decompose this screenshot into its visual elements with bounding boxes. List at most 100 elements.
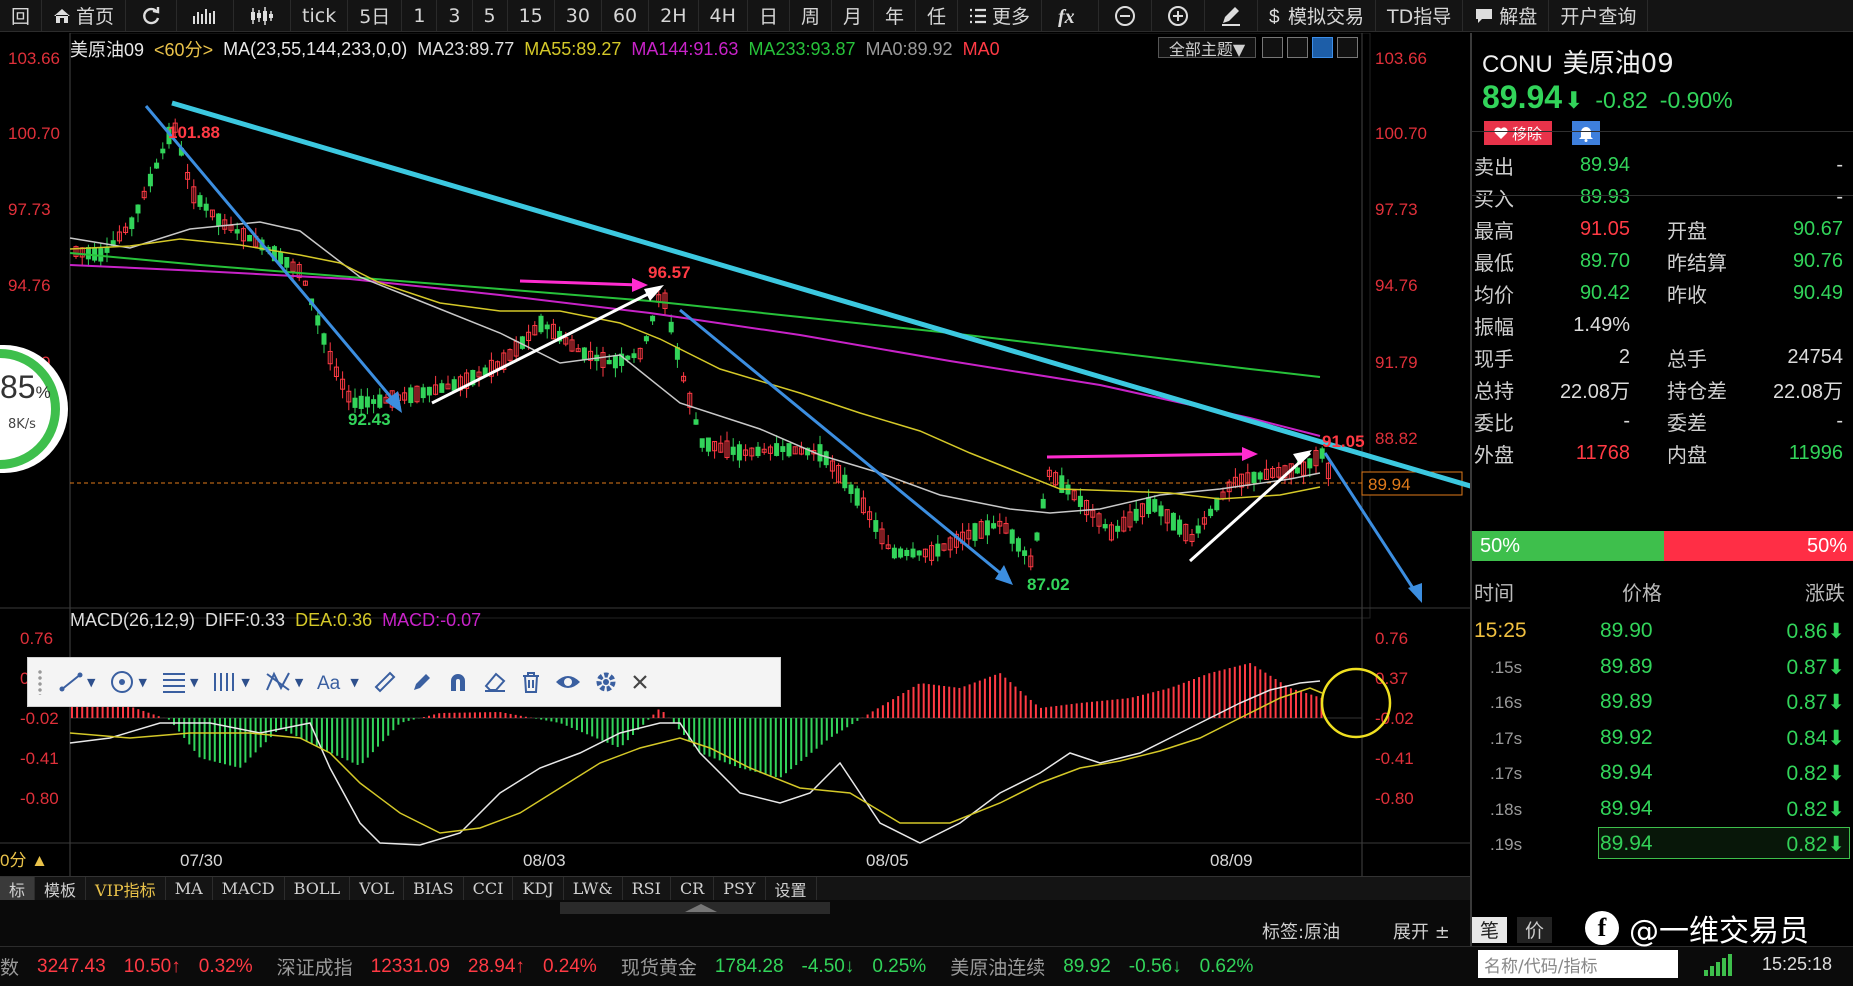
zoom-in-button[interactable] [1152,0,1206,31]
alert-button[interactable] [1572,121,1601,145]
indicator-tab[interactable]: 设置 [766,876,817,901]
ticker4-label[interactable]: 美原油连续 [950,953,1045,980]
period-5day[interactable]: 5日 [348,0,403,31]
brush-tool[interactable] [411,671,433,693]
indicator-tab[interactable]: 模板 [35,876,87,901]
indicator-tab[interactable]: VIP指标 [86,876,166,901]
ticker3-percent: 0.25% [872,955,927,977]
indicator-tab[interactable]: KDJ [513,876,564,901]
candle [92,247,98,261]
indicator-tab[interactable]: LW& [564,876,623,901]
visibility-tool[interactable] [555,672,581,692]
candle [891,547,897,559]
ticker2-label[interactable]: 深证成指 [277,953,353,980]
quote-value-2: 22.08万 [1772,381,1843,403]
indicator-tab[interactable]: BIAS [404,876,464,901]
text-icon: Aa [317,673,341,693]
indicator-tab[interactable]: PSY [714,876,766,901]
tick-change: 0.87⬇ [1786,691,1845,714]
tick-row: .17s 89.94 0.82⬇ [1472,755,1853,791]
layout-grid-icon[interactable] [1262,37,1283,58]
period-2h[interactable]: 2H [649,0,699,31]
period-tick[interactable]: tick [291,0,349,31]
shape-tool[interactable]: ▼ [109,669,147,695]
period-5[interactable]: 5 [473,0,508,31]
period-month[interactable]: 月 [832,0,874,31]
delete-tool[interactable] [521,671,541,693]
chart-scrollbar[interactable] [560,902,830,914]
more-menu-button[interactable]: 更多 [958,0,1043,31]
period-week[interactable]: 周 [790,0,832,31]
layout-single-icon[interactable] [1312,37,1333,58]
period-year[interactable]: 年 [874,0,916,31]
td-guide-button[interactable]: TD指导 [1376,0,1464,31]
quote-key: 现手 [1474,347,1514,371]
refresh-button[interactable] [126,0,178,31]
period-3[interactable]: 3 [437,0,473,31]
expand-button[interactable]: 展开 ± [1393,918,1450,944]
simulated-trading-button[interactable]: $ 模拟交易 [1258,0,1377,31]
draw-tool-button[interactable] [1205,0,1259,31]
indicator-tab[interactable]: BOLL [285,876,351,901]
pattern-tool[interactable]: ▼ [264,670,303,694]
close-drawing-toolbar[interactable] [631,673,649,691]
search-input[interactable]: 名称/代码/指标 [1478,950,1678,978]
indicator-tab[interactable]: CR [671,876,715,901]
line-tool[interactable]: ▼ [58,671,95,693]
price-axis-right: 103.66 100.70 97.73 94.76 91.79 88.82 [1375,49,1427,448]
ticker1-value: 3247.43 [37,955,106,977]
up-arrow-2 [1188,451,1312,563]
indicator-tab[interactable]: MACD [213,876,285,901]
period-indicator[interactable]: 0分 ▲ [0,851,48,870]
quote-value: 89.70 [1579,250,1630,272]
candle [643,336,649,342]
layout-split-icon[interactable] [1287,37,1308,58]
fx-icon: fx [1058,6,1075,27]
text-tool[interactable]: Aa ▼ [317,671,358,693]
toolbar-cut-item[interactable]: 回 [0,0,43,31]
quote-key: 外盘 [1474,443,1514,467]
eraser-tool[interactable] [483,671,507,693]
candle [1077,495,1083,507]
account-query-button[interactable]: 开户查询 [1549,0,1649,31]
kline-chart-button[interactable] [234,0,292,31]
indicator-tab[interactable]: RSI [623,876,671,901]
fibonacci-tool[interactable]: ▼ [161,671,198,693]
macd-label[interactable]: MACD(26,12,9) [70,610,195,631]
drag-handle-icon[interactable] [36,669,44,695]
ticker3-label[interactable]: 现货黄金 [621,953,697,980]
indicator-tab[interactable]: 标 [0,876,36,901]
period-custom[interactable]: 任 [916,0,959,31]
timeshare-chart-button[interactable] [177,0,235,31]
period-60[interactable]: 60 [602,0,650,31]
home-button[interactable]: 首页 [42,0,127,31]
ticker1-label[interactable]: 数 [0,953,19,980]
analysis-button[interactable]: 解盘 [1463,0,1550,31]
remove-watchlist-button[interactable]: 移除 [1484,121,1553,145]
price-chart[interactable]: 103.66100.7097.7394.7691.7988.82 103.661… [0,33,1470,876]
settings-tool[interactable] [595,671,617,693]
layout-dual-icon[interactable] [1337,37,1358,58]
ruler-tool[interactable] [373,670,397,694]
period-30[interactable]: 30 [555,0,602,31]
candle [420,387,426,399]
eraser-icon [484,672,506,692]
period-4h[interactable]: 4H [699,0,748,31]
tab-price-detail[interactable]: 价 [1517,916,1553,943]
zoom-out-button[interactable] [1099,0,1153,31]
indicator-tab[interactable]: MA [166,876,213,901]
candle [147,173,153,187]
period-day[interactable]: 日 [748,0,790,31]
cycle-tool[interactable]: ▼ [212,671,250,693]
period-label[interactable]: <60分> [154,36,213,62]
formula-button[interactable]: fx [1042,0,1100,31]
tab-tick-detail[interactable]: 笔 [1472,916,1508,943]
theme-select[interactable]: 全部主题▼ [1158,37,1256,59]
indicator-tab[interactable]: CCI [464,876,514,901]
indicator-tab[interactable]: VOL [350,876,405,901]
period-1[interactable]: 1 [402,0,438,31]
magnet-tool[interactable] [447,671,469,693]
ma-definition[interactable]: MA(23,55,144,233,0,0) [223,39,407,60]
period-15[interactable]: 15 [508,0,555,31]
svg-text:Aa: Aa [317,673,341,693]
